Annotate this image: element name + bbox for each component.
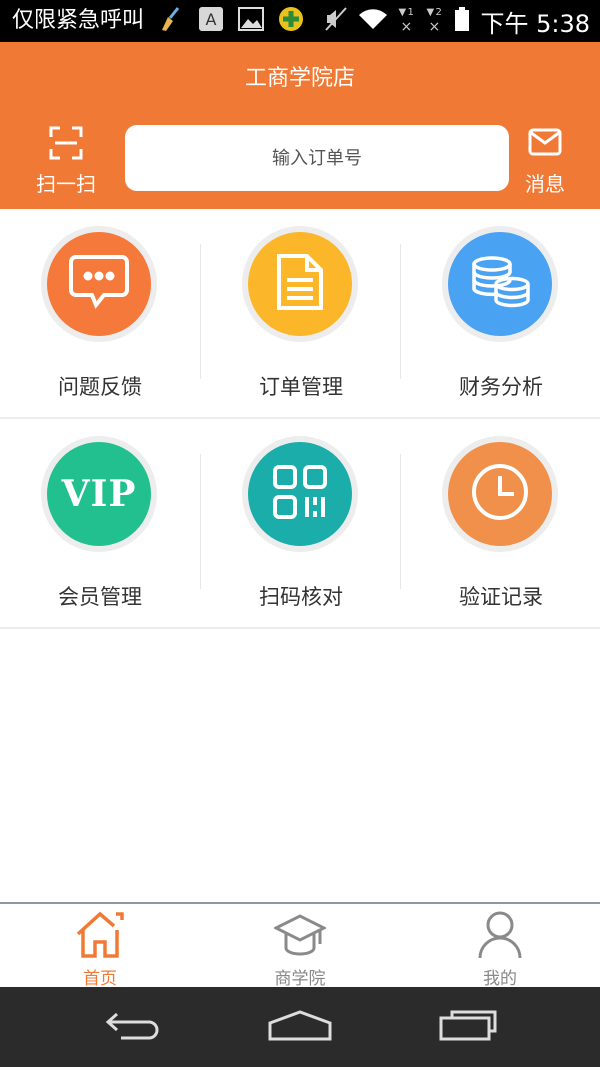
sim1-signal-icon: ▼ 1 ×	[398, 7, 414, 35]
sim1-number: 1	[407, 7, 414, 18]
mute-icon	[324, 6, 348, 36]
back-button[interactable]	[84, 1001, 184, 1053]
chat-bubble-icon	[68, 253, 130, 315]
home-icon	[74, 910, 126, 960]
menu-label: 财务分析	[459, 375, 543, 399]
messages-button[interactable]: 消息	[514, 126, 576, 196]
sim2-signal-icon: ▼ 2 ×	[426, 7, 442, 35]
envelope-icon	[528, 128, 562, 160]
scan-label: 扫一扫	[36, 172, 96, 196]
sim2-number: 2	[435, 7, 442, 18]
home-button[interactable]	[250, 1001, 350, 1053]
back-icon	[105, 1010, 163, 1044]
tab-label: 商学院	[274, 969, 326, 989]
vip-icon: VIP	[61, 473, 137, 515]
user-icon	[474, 910, 526, 960]
system-status-icons: ▼ 1 × ▼ 2 × 下午 5:38	[324, 4, 590, 39]
tab-label: 首页	[83, 969, 117, 989]
system-navigation-bar	[0, 987, 600, 1067]
battery-icon	[454, 6, 470, 36]
messages-label: 消息	[525, 172, 565, 196]
keyboard-a-icon: A	[198, 6, 224, 36]
wifi-icon	[358, 7, 388, 35]
menu-item-finance[interactable]: 财务分析	[401, 209, 600, 417]
notification-icons: A	[158, 6, 304, 36]
menu-item-scan-verify[interactable]: 扫码核对	[201, 419, 401, 627]
header: 工商学院店 扫一扫 消息	[0, 42, 600, 209]
tab-business-school[interactable]: 商学院	[200, 904, 400, 989]
menu-item-members[interactable]: VIP 会员管理	[0, 419, 200, 627]
image-icon	[238, 6, 264, 36]
am-pm: 下午	[480, 9, 529, 38]
menu-item-feedback[interactable]: 问题反馈	[0, 209, 200, 417]
home-outline-icon	[268, 1009, 332, 1045]
menu-row-2: VIP 会员管理 扫码核对 验证记录	[0, 419, 600, 629]
menu-label: 问题反馈	[58, 375, 142, 399]
graduation-cap-icon	[272, 910, 328, 960]
document-icon	[275, 252, 325, 316]
order-number-input[interactable]	[125, 147, 509, 169]
emergency-call-text: 仅限紧急呼叫	[12, 8, 145, 33]
menu-item-orders[interactable]: 订单管理	[201, 209, 401, 417]
menu-row-1: 问题反馈 订单管理 财务分析	[0, 209, 600, 419]
recents-icon	[438, 1009, 498, 1045]
scan-button[interactable]: 扫一扫	[26, 126, 106, 196]
time: 5:38	[536, 9, 590, 38]
menu-label: 订单管理	[259, 375, 343, 399]
clock-icon	[469, 461, 531, 527]
menu-item-verify-records[interactable]: 验证记录	[401, 419, 600, 627]
menu-label: 扫码核对	[259, 585, 343, 609]
menu-label: 验证记录	[459, 585, 543, 609]
page-title: 工商学院店	[244, 66, 355, 91]
app-badge-icon	[278, 6, 304, 36]
svg-text:A: A	[206, 10, 217, 29]
recents-button[interactable]	[418, 1001, 518, 1053]
qr-code-icon	[272, 464, 328, 524]
clock: 下午 5:38	[480, 4, 590, 39]
tab-profile[interactable]: 我的	[400, 904, 600, 989]
order-search-box[interactable]	[125, 125, 509, 191]
status-bar: 仅限紧急呼叫 A ▼ 1 × ▼ 2 × 下午 5:38	[0, 0, 600, 42]
tab-label: 我的	[483, 969, 517, 989]
bottom-tab-bar: 首页 商学院 我的	[0, 902, 600, 989]
scan-icon	[49, 126, 83, 164]
broom-icon	[158, 6, 184, 36]
menu-label: 会员管理	[58, 585, 142, 609]
tab-home[interactable]: 首页	[0, 904, 200, 989]
coins-stack-icon	[468, 254, 532, 314]
